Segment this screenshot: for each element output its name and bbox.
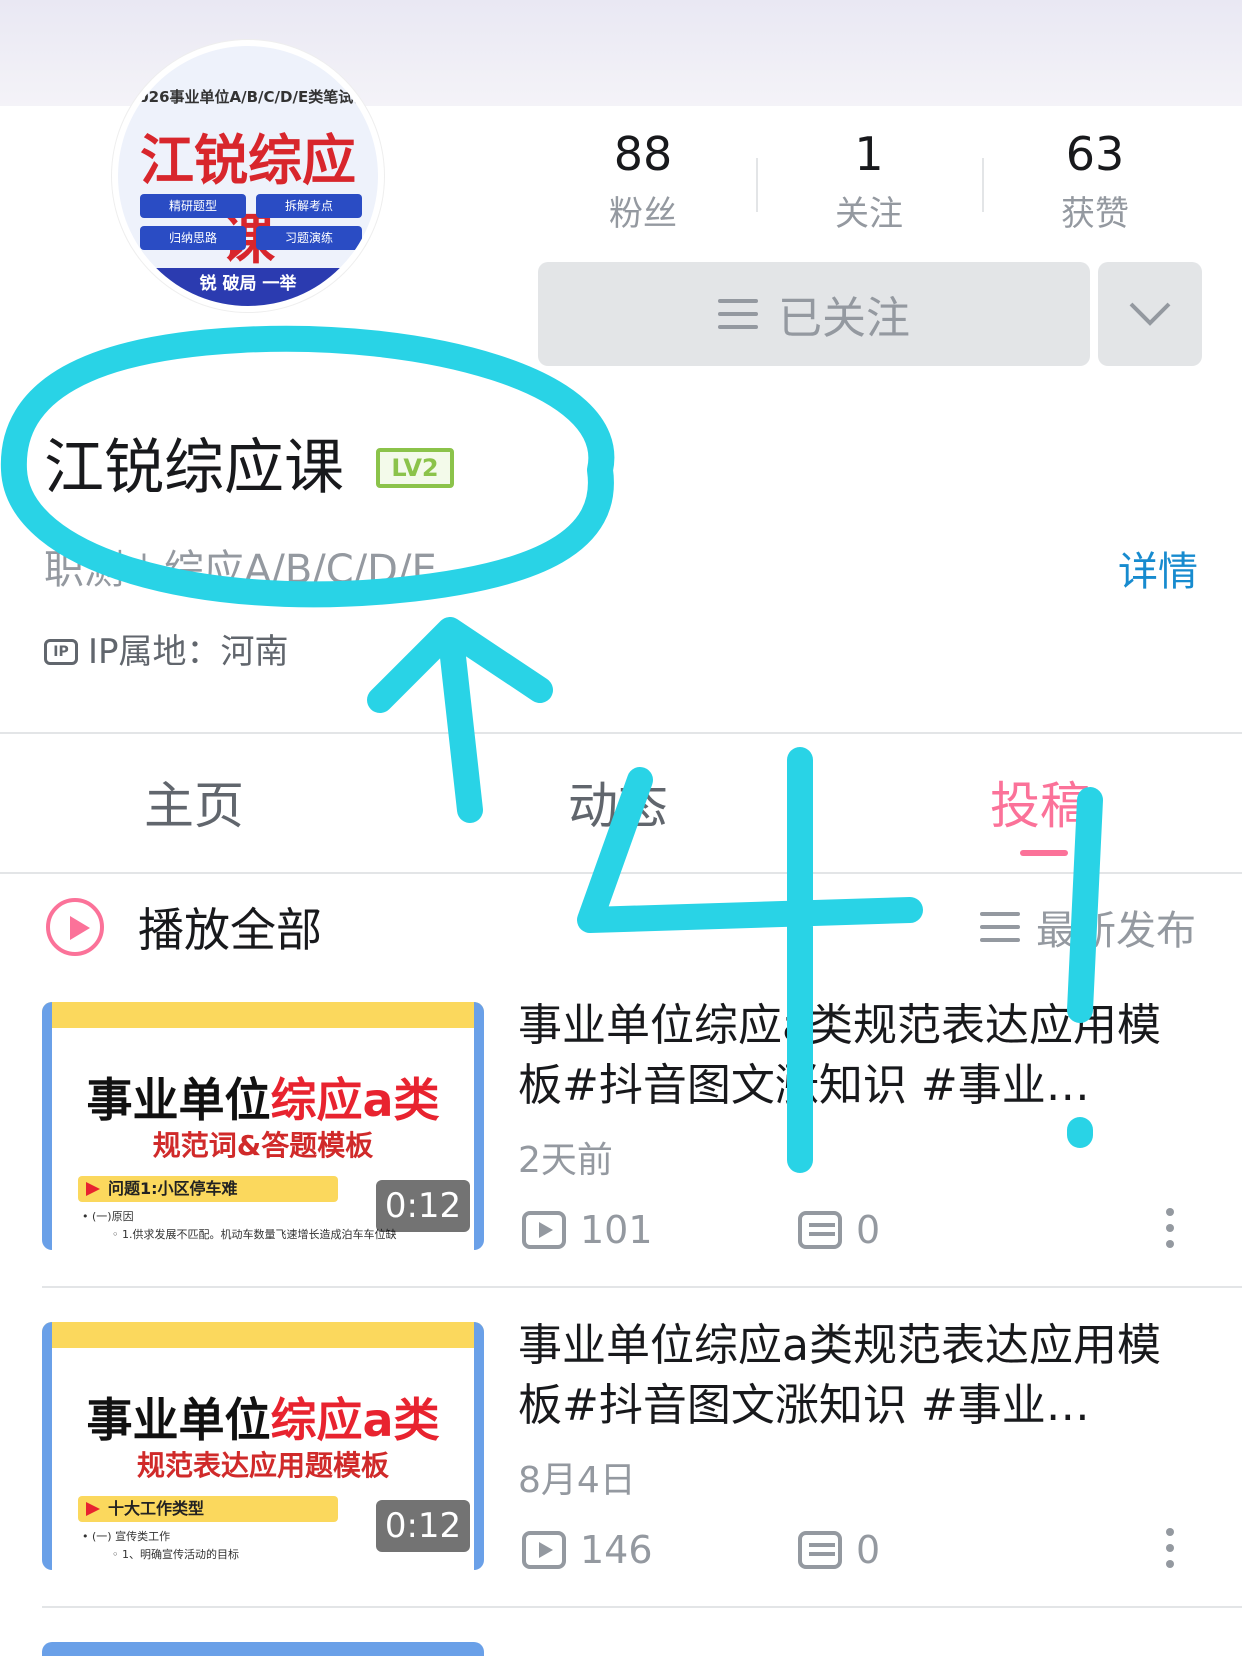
play-all-button[interactable]: 播放全部: [46, 894, 322, 960]
profile-bio: 职测＋综应A/B/C/D/E…: [44, 547, 477, 593]
sort-icon: [980, 912, 1020, 942]
thumbnail-line: ◦ 1.供求发展不匹配。机动车数量飞速增长造成泊车车位缺: [112, 1228, 397, 1241]
thumbnail-decoration: [42, 1002, 484, 1028]
video-duration: 0:12: [376, 1500, 470, 1552]
sort-button[interactable]: 最新发布: [980, 898, 1196, 956]
thumbnail-decoration: [42, 1322, 484, 1348]
avatar-chip: 拆解考点: [256, 194, 362, 218]
thumbnail-line: • (一) 宣传类工作: [82, 1530, 171, 1543]
thumbnail-bar: 问题1:小区停车难: [78, 1176, 338, 1202]
ip-icon: IP: [44, 639, 78, 665]
video-views: 101: [522, 1208, 653, 1252]
avatar-chip: 精研题型: [140, 194, 246, 218]
level-badge: LV2: [376, 448, 454, 488]
stat-divider: [756, 158, 758, 212]
video-thumbnail[interactable]: 事业单位综应a类 规范表达应用题模板 十大工作类型 • (一) 宣传类工作 ◦ …: [42, 1322, 484, 1570]
thumbnail-subtitle: 规范词&答题模板: [152, 1129, 374, 1162]
comment-icon: [798, 1531, 842, 1569]
divider: [0, 872, 1242, 874]
followed-label: 已关注: [778, 293, 910, 344]
video-thumbnail[interactable]: [42, 1642, 484, 1656]
thumbnail-subtitle: 规范表达应用题模板: [136, 1449, 389, 1482]
stat-following[interactable]: 1 关注: [774, 126, 964, 238]
menu-icon: [718, 299, 758, 329]
divider: [0, 732, 1242, 734]
comment-count: 0: [856, 1208, 881, 1252]
video-duration: 0:12: [376, 1180, 470, 1232]
avatar[interactable]: 2026事业单位A/B/C/D/E类笔试课 江锐综应课 精研题型 拆解考点 归纳…: [112, 40, 384, 312]
video-comments: 0: [798, 1208, 880, 1252]
thumbnail-line: • (一)原因: [82, 1210, 134, 1223]
annotation-arrow: [367, 617, 553, 823]
video-date: 8月4日: [518, 1460, 636, 1501]
detail-link[interactable]: 详情: [1118, 544, 1198, 600]
followed-button[interactable]: 已关注: [538, 262, 1090, 366]
avatar-chip: 习题演练: [256, 226, 362, 250]
ip-location-text: IP属地：河南: [88, 632, 289, 672]
comment-count: 0: [856, 1528, 881, 1572]
thumbnail-title: 事业单位综应a类: [86, 1073, 440, 1127]
video-title[interactable]: 事业单位综应a类规范表达应用模板#抖音图文涨知识 #事业…: [518, 996, 1178, 1116]
thumbnail-line: ◦ 1、明确宣传活动的目标: [112, 1548, 239, 1561]
video-date: 2天前: [518, 1140, 613, 1181]
divider: [42, 1606, 1242, 1608]
tab-active-indicator: [1020, 850, 1068, 856]
thumbnail-title: 事业单位综应a类: [86, 1393, 440, 1447]
chevron-down-icon: [1129, 302, 1171, 326]
more-options-icon[interactable]: [1166, 1208, 1178, 1248]
video-comments: 0: [798, 1528, 880, 1572]
view-count: 146: [580, 1528, 653, 1572]
play-count-icon: [522, 1211, 566, 1249]
tab-home[interactable]: 主页: [144, 772, 244, 840]
stat-label: 获赞: [1061, 194, 1129, 234]
thumbnail-bar: 十大工作类型: [78, 1496, 338, 1522]
stat-value: 1: [854, 127, 884, 181]
comment-icon: [798, 1211, 842, 1249]
profile-name: 江锐综应课: [44, 433, 344, 503]
follow-options-button[interactable]: [1098, 262, 1202, 366]
stat-label: 粉丝: [609, 194, 677, 234]
tab-posts[interactable]: 投稿: [990, 772, 1090, 840]
play-circle-icon: [46, 898, 104, 956]
video-thumbnail[interactable]: 事业单位综应a类 规范词&答题模板 问题1:小区停车难 • (一)原因 ◦ 1.…: [42, 1002, 484, 1250]
avatar-bottom-text: 锐 破局 一举: [118, 268, 378, 306]
avatar-top-text: 2026事业单位A/B/C/D/E类笔试课: [127, 88, 369, 106]
stat-label: 关注: [835, 194, 903, 234]
avatar-image: 2026事业单位A/B/C/D/E类笔试课 江锐综应课 精研题型 拆解考点 归纳…: [118, 46, 378, 306]
view-count: 101: [580, 1208, 653, 1252]
stat-divider: [982, 158, 984, 212]
ip-location: IP IP属地：河南: [44, 628, 289, 676]
play-all-label: 播放全部: [138, 903, 322, 957]
stat-fans[interactable]: 88 粉丝: [548, 126, 738, 238]
video-views: 146: [522, 1528, 653, 1572]
stat-value: 63: [1065, 127, 1125, 181]
avatar-chip: 归纳思路: [140, 226, 246, 250]
tab-dynamics[interactable]: 动态: [568, 772, 668, 840]
play-count-icon: [522, 1531, 566, 1569]
video-title[interactable]: 事业单位综应a类规范表达应用模板#抖音图文涨知识 #事业…: [518, 1316, 1178, 1436]
stat-value: 88: [613, 127, 673, 181]
more-options-icon[interactable]: [1166, 1528, 1178, 1568]
stat-likes[interactable]: 63 获赞: [1000, 126, 1190, 238]
divider: [42, 1286, 1242, 1288]
sort-label: 最新发布: [1036, 908, 1196, 954]
